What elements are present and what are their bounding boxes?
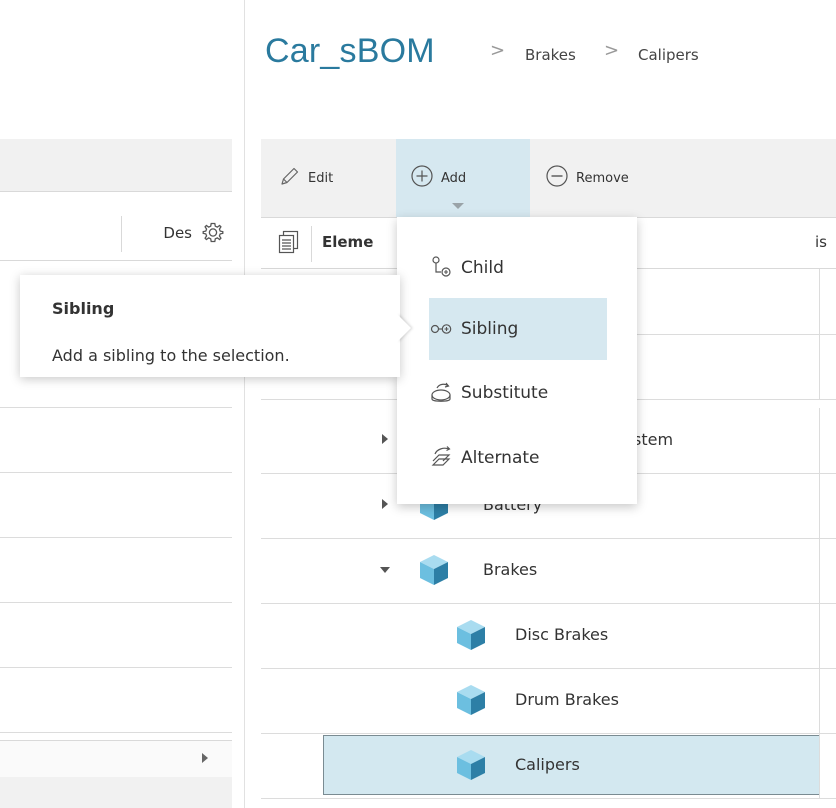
column-divider: [819, 334, 820, 399]
cube-icon: [416, 552, 452, 588]
add-button[interactable]: Add: [396, 139, 530, 217]
left-scroll-bar[interactable]: [0, 740, 232, 778]
tree-row-label: stem: [633, 430, 674, 449]
breadcrumb-separator: >: [490, 40, 506, 61]
toolbar: Edit Add Remove: [261, 139, 836, 218]
column-divider: [819, 603, 820, 668]
tree-row-label: Disc Brakes: [515, 625, 609, 644]
left-panel: Des: [0, 0, 232, 808]
triangle-right-icon[interactable]: [202, 753, 208, 763]
document-list-icon[interactable]: [278, 230, 300, 258]
tooltip-title: Sibling: [52, 299, 115, 318]
tree-row[interactable]: Brakes: [261, 538, 836, 604]
left-row[interactable]: [0, 407, 232, 473]
tree-row-label: Brakes: [483, 560, 538, 579]
menu-item-label: Sibling: [461, 319, 519, 339]
left-row[interactable]: [0, 602, 232, 668]
cube-icon: [453, 682, 489, 718]
alternate-icon: [429, 445, 455, 471]
column-header-des[interactable]: Des: [163, 224, 192, 242]
minus-circle-icon: [545, 164, 569, 192]
expand-icon[interactable]: [382, 499, 388, 509]
left-row[interactable]: [0, 537, 232, 603]
left-column-header: Des: [0, 208, 232, 261]
menu-item-label: Alternate: [461, 448, 540, 468]
sibling-node-icon: [429, 316, 455, 342]
column-divider: [819, 538, 820, 603]
tree-row[interactable]: Drum Brakes: [261, 668, 836, 734]
cube-icon: [453, 617, 489, 653]
tree-row-selected[interactable]: Calipers: [261, 733, 836, 799]
edit-label: Edit: [308, 170, 334, 186]
left-row[interactable]: [0, 472, 232, 538]
cube-icon: [453, 747, 489, 783]
edit-button[interactable]: Edit: [279, 139, 333, 217]
breadcrumb-item-brakes[interactable]: Brakes: [525, 46, 576, 64]
remove-button[interactable]: Remove: [545, 139, 629, 217]
tree-row-label: Drum Brakes: [515, 690, 619, 709]
column-divider: [819, 668, 820, 733]
tooltip-body: Add a sibling to the selection.: [52, 346, 290, 365]
sibling-tooltip: Sibling Add a sibling to the selection.: [20, 275, 400, 377]
tooltip-arrow: [397, 314, 411, 342]
breadcrumb-separator: >: [604, 40, 620, 61]
menu-item-child[interactable]: Child: [429, 237, 607, 299]
add-dropdown-menu: Child Sibling Substitute Alternate: [397, 217, 637, 504]
menu-item-label: Substitute: [461, 383, 549, 403]
breadcrumb-item-calipers[interactable]: Calipers: [638, 46, 699, 64]
column-header-element[interactable]: Eleme: [322, 233, 373, 251]
substitute-icon: [429, 380, 455, 406]
menu-item-alternate[interactable]: Alternate: [429, 427, 607, 489]
panel-divider[interactable]: [244, 0, 245, 808]
collapse-icon[interactable]: [380, 567, 390, 573]
menu-item-label: Child: [461, 258, 504, 278]
chevron-down-icon: [452, 203, 464, 209]
add-label: Add: [441, 170, 467, 186]
expand-icon[interactable]: [382, 434, 388, 444]
breadcrumb-root[interactable]: Car_sBOM: [265, 32, 435, 71]
column-divider: [121, 216, 122, 252]
plus-circle-icon: [410, 164, 434, 192]
menu-item-sibling[interactable]: Sibling: [429, 298, 607, 360]
child-node-icon: [429, 255, 455, 281]
remove-label: Remove: [576, 170, 629, 186]
column-divider: [819, 269, 820, 334]
pencil-icon: [279, 165, 301, 191]
left-bottom-bar: [0, 777, 232, 808]
column-divider: [311, 226, 312, 262]
left-row[interactable]: [0, 667, 232, 733]
column-header-right[interactable]: is: [815, 233, 827, 251]
column-divider: [819, 473, 820, 538]
gear-icon[interactable]: [200, 220, 226, 246]
left-toolbar: [0, 139, 232, 192]
column-divider: [819, 408, 820, 473]
tree-row-label: Calipers: [515, 755, 580, 774]
tree-row[interactable]: Disc Brakes: [261, 603, 836, 669]
menu-item-substitute[interactable]: Substitute: [429, 362, 607, 424]
column-divider: [819, 733, 820, 798]
